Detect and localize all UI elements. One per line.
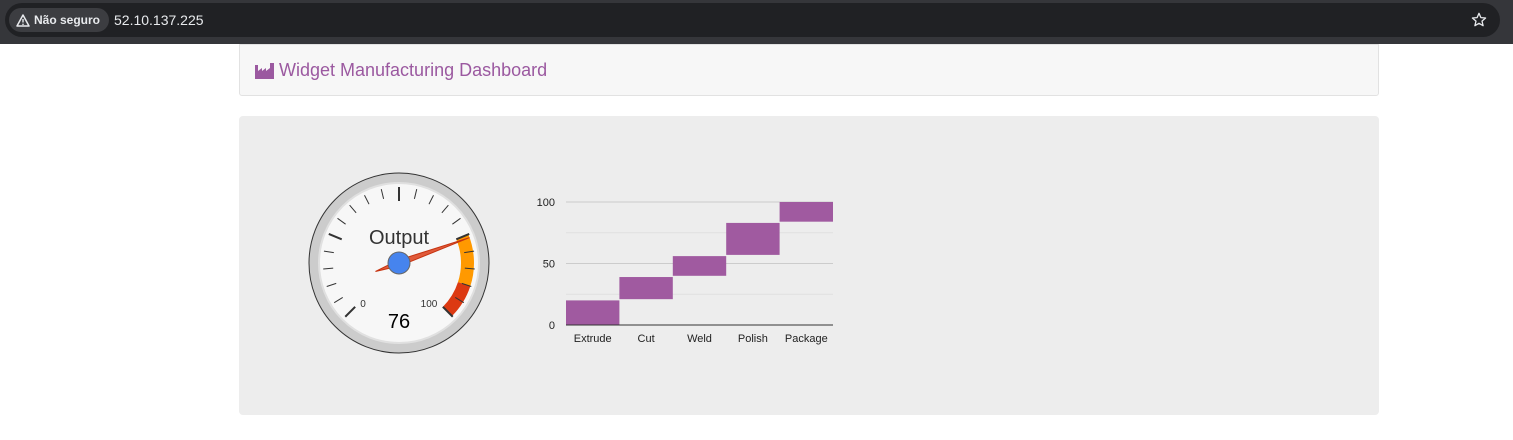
gauge-value: 76	[388, 311, 410, 333]
output-gauge: Output 0 100 76	[308, 172, 490, 354]
page-title-text: Widget Manufacturing Dashboard	[279, 60, 548, 80]
y-tick-label: 100	[537, 197, 555, 209]
gauge-max-label: 100	[421, 299, 438, 310]
x-tick-label: Extrude	[574, 333, 612, 345]
page-title: Widget Manufacturing Dashboard	[255, 60, 547, 81]
url-text[interactable]: 52.10.137.225	[114, 12, 204, 28]
gauge-hub	[387, 251, 411, 275]
dashboard-header: Widget Manufacturing Dashboard	[239, 44, 1379, 96]
bar-package	[779, 202, 833, 222]
bar-polish	[726, 222, 780, 255]
bookmark-button[interactable]	[1468, 9, 1490, 31]
x-tick-label: Cut	[638, 333, 655, 345]
browser-toolbar: Não seguro 52.10.137.225	[0, 0, 1513, 44]
x-tick-label: Package	[785, 333, 828, 345]
security-indicator[interactable]: Não seguro	[9, 8, 110, 32]
gauge-label: Output	[369, 227, 429, 249]
bar-extrude	[566, 300, 620, 325]
x-tick-label: Polish	[738, 333, 768, 345]
y-tick-label: 0	[549, 320, 555, 332]
gauge-min-label: 0	[360, 299, 366, 310]
factory-icon	[255, 62, 274, 79]
bar-weld	[672, 256, 727, 276]
star-icon	[1471, 12, 1487, 27]
y-tick-label: 50	[543, 259, 555, 271]
security-label: Não seguro	[34, 13, 101, 27]
bar-cut	[619, 277, 673, 300]
process-waterfall-chart: 0 50 100 Extrude Cut Weld Polish Package	[537, 197, 833, 345]
address-bar[interactable]: Não seguro 52.10.137.225	[5, 3, 1500, 37]
warning-triangle-icon	[16, 13, 30, 27]
x-tick-label: Weld	[687, 333, 712, 345]
